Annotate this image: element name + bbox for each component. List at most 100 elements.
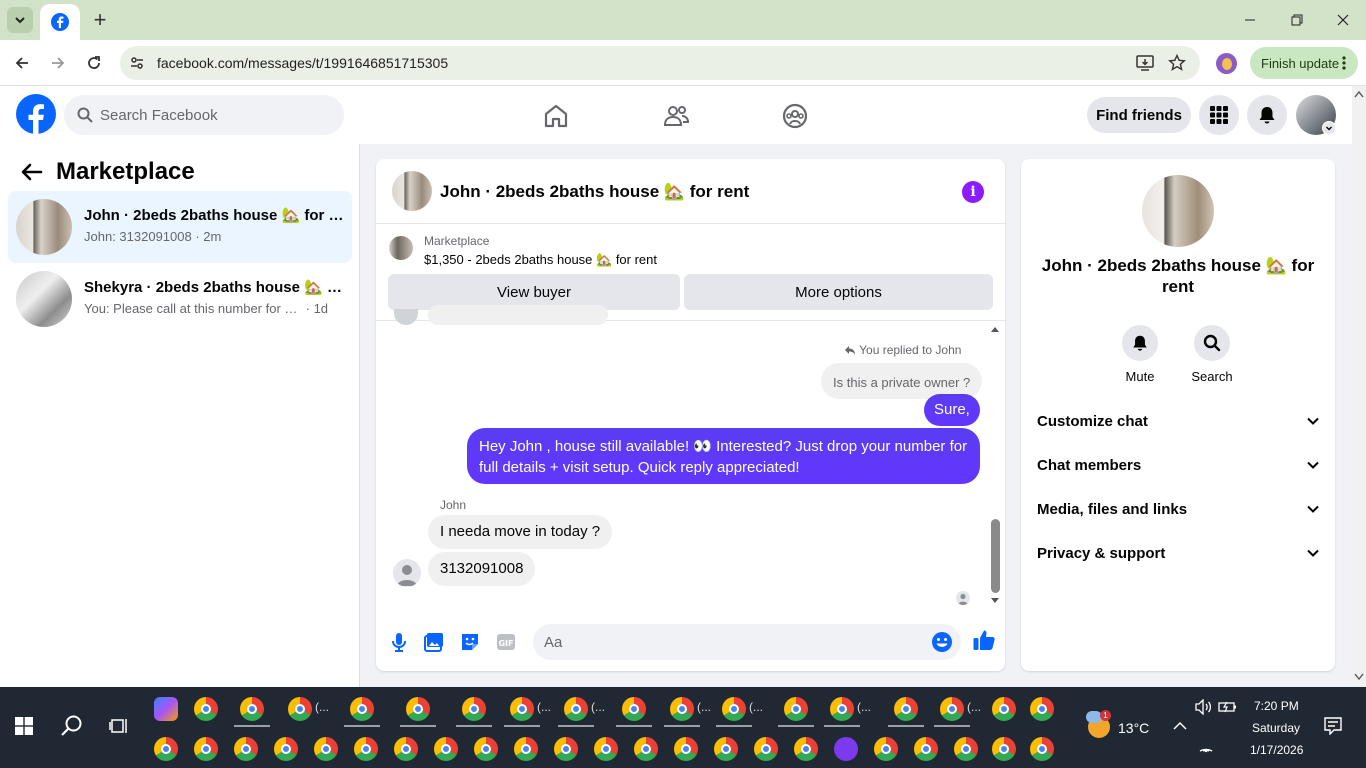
media-files-links-section[interactable]: Media, files and links bbox=[1037, 491, 1319, 527]
taskbar-chrome-window-icon[interactable] bbox=[714, 737, 738, 761]
chat-title[interactable]: John · 2beds 2baths house 🏡 for rent bbox=[440, 182, 749, 202]
gif-icon[interactable]: GIF bbox=[495, 631, 517, 653]
clock-time[interactable]: 7:20 PM bbox=[1254, 699, 1299, 713]
taskbar-chrome-window-icon[interactable] bbox=[288, 697, 312, 721]
taskbar-chrome-window-icon[interactable] bbox=[634, 737, 658, 761]
search-icon[interactable] bbox=[60, 714, 84, 738]
taskbar-copilot-icon[interactable] bbox=[154, 697, 178, 721]
search-in-conversation-action[interactable]: Search bbox=[1182, 325, 1242, 384]
incoming-message-bubble[interactable]: I needa move in today ? bbox=[428, 515, 613, 549]
message-input[interactable]: Aa bbox=[533, 624, 961, 660]
taskbar-chrome-window-icon[interactable] bbox=[510, 697, 534, 721]
emoji-icon[interactable] bbox=[931, 631, 953, 653]
tab-search-button[interactable] bbox=[7, 7, 33, 33]
taskbar-chrome-window-icon[interactable] bbox=[240, 697, 264, 721]
scroll-down-arrow-icon[interactable] bbox=[1354, 673, 1364, 681]
conversation-item[interactable]: John · 2beds 2baths house 🏡 for rent Joh… bbox=[8, 191, 352, 263]
taskbar-chrome-window-icon[interactable] bbox=[914, 737, 938, 761]
taskbar-chrome-window-icon[interactable] bbox=[474, 737, 498, 761]
microphone-icon[interactable] bbox=[388, 631, 410, 653]
speaker-icon[interactable] bbox=[1194, 699, 1212, 715]
battery-icon[interactable] bbox=[1218, 700, 1238, 714]
message-list[interactable]: You replied to John Is this a private ow… bbox=[376, 305, 1005, 611]
forward-button[interactable] bbox=[46, 51, 70, 75]
taskbar-chrome-window-icon[interactable] bbox=[406, 697, 430, 721]
account-avatar[interactable] bbox=[1296, 95, 1336, 135]
like-thumbs-up-icon[interactable] bbox=[972, 628, 996, 652]
taskbar-chrome-window-icon[interactable] bbox=[940, 697, 964, 721]
menu-button[interactable] bbox=[1199, 95, 1239, 135]
site-info-icon[interactable] bbox=[129, 55, 145, 71]
taskbar-chrome-window-icon[interactable] bbox=[754, 737, 778, 761]
windows-start-icon[interactable] bbox=[15, 717, 33, 735]
message-scrollbar-thumb[interactable] bbox=[991, 519, 1000, 593]
restore-button[interactable] bbox=[1285, 8, 1309, 32]
taskbar-chrome-window-icon[interactable] bbox=[194, 697, 218, 721]
taskbar-chrome-window-icon[interactable] bbox=[194, 737, 218, 761]
taskbar-chrome-window-icon[interactable] bbox=[564, 697, 588, 721]
find-friends-button[interactable]: Find friends bbox=[1087, 97, 1191, 133]
taskbar-chrome-window-icon[interactable] bbox=[274, 737, 298, 761]
incoming-message-bubble[interactable]: 3132091008 bbox=[428, 552, 536, 586]
nav-groups[interactable] bbox=[781, 102, 809, 130]
taskbar-chrome-window-icon[interactable] bbox=[434, 737, 458, 761]
minimize-button[interactable] bbox=[1238, 8, 1262, 32]
taskbar-chrome-window-icon[interactable] bbox=[314, 737, 338, 761]
listing-title[interactable]: $1,350 - 2beds 2baths house 🏡 for rent bbox=[424, 252, 657, 268]
taskbar-chrome-window-icon[interactable] bbox=[992, 697, 1016, 721]
taskbar-chrome-window-icon[interactable] bbox=[1030, 697, 1054, 721]
chevron-up-icon[interactable] bbox=[1173, 721, 1187, 731]
bookmark-star-icon[interactable] bbox=[1168, 54, 1186, 72]
customize-chat-section[interactable]: Customize chat bbox=[1037, 403, 1319, 439]
taskbar-chrome-window-icon[interactable] bbox=[514, 737, 538, 761]
contact-avatar[interactable] bbox=[393, 559, 421, 587]
profile-avatar-icon[interactable] bbox=[1216, 53, 1237, 74]
scroll-down-arrow-icon[interactable] bbox=[990, 597, 1000, 605]
taskbar-chrome-window-icon[interactable] bbox=[462, 697, 486, 721]
privacy-support-section[interactable]: Privacy & support bbox=[1037, 535, 1319, 571]
browser-tab-facebook[interactable] bbox=[40, 4, 80, 40]
mute-action[interactable]: Mute bbox=[1110, 325, 1170, 384]
taskbar-chrome-window-icon[interactable] bbox=[670, 697, 694, 721]
taskbar-chrome-window-icon[interactable] bbox=[394, 737, 418, 761]
taskbar-chrome-window-icon[interactable] bbox=[1030, 737, 1054, 761]
page-scrollbar[interactable] bbox=[1352, 86, 1366, 687]
close-window-button[interactable] bbox=[1331, 8, 1355, 32]
install-app-icon[interactable] bbox=[1136, 55, 1154, 71]
task-view-icon[interactable] bbox=[109, 716, 129, 736]
taskbar-chrome-window-icon[interactable] bbox=[874, 737, 898, 761]
taskbar-chrome-window-icon[interactable] bbox=[354, 737, 378, 761]
clock-date[interactable]: 1/17/2026 bbox=[1250, 743, 1303, 757]
nav-friends[interactable] bbox=[662, 102, 690, 130]
outgoing-message-bubble[interactable]: Sure, bbox=[924, 394, 980, 426]
wifi-icon[interactable] bbox=[1198, 739, 1214, 753]
facebook-search-input[interactable]: Search Facebook bbox=[64, 95, 344, 135]
outgoing-message-bubble[interactable]: Hey John , house still available! 👀 Inte… bbox=[467, 428, 980, 484]
taskbar-chrome-window-icon[interactable] bbox=[830, 697, 854, 721]
taskbar-chrome-window-icon[interactable] bbox=[594, 737, 618, 761]
facebook-logo-icon[interactable] bbox=[16, 94, 56, 134]
back-arrow-icon[interactable] bbox=[20, 160, 44, 184]
taskbar-chrome-window-icon[interactable] bbox=[234, 737, 258, 761]
taskbar-chrome-window-icon[interactable] bbox=[992, 737, 1016, 761]
conversation-item[interactable]: Shekyra · 2beds 2baths house 🏡 for rent … bbox=[8, 263, 352, 335]
taskbar-chrome-window-icon[interactable] bbox=[674, 737, 698, 761]
photo-icon[interactable] bbox=[423, 631, 445, 653]
more-options-button[interactable]: More options bbox=[684, 274, 993, 310]
info-icon[interactable]: i bbox=[962, 181, 984, 203]
chat-thumbnail[interactable] bbox=[392, 171, 432, 211]
scroll-up-arrow-icon[interactable] bbox=[1354, 90, 1364, 98]
taskbar-chrome-window-icon[interactable] bbox=[954, 737, 978, 761]
notifications-button[interactable] bbox=[1247, 95, 1287, 135]
clock-day[interactable]: Saturday bbox=[1252, 721, 1300, 735]
taskbar-incognito-icon[interactable] bbox=[834, 737, 858, 761]
chat-members-section[interactable]: Chat members bbox=[1037, 447, 1319, 483]
taskbar-chrome-window-icon[interactable] bbox=[350, 697, 374, 721]
taskbar-chrome-window-icon[interactable] bbox=[894, 697, 918, 721]
finish-update-button[interactable]: Finish update bbox=[1250, 47, 1358, 79]
weather-widget[interactable]: 1 13°C bbox=[1086, 710, 1156, 743]
taskbar-chrome-window-icon[interactable] bbox=[794, 737, 818, 761]
taskbar-chrome-window-icon[interactable] bbox=[554, 737, 578, 761]
notification-center-icon[interactable] bbox=[1324, 717, 1342, 735]
taskbar-chrome-window-icon[interactable] bbox=[722, 697, 746, 721]
